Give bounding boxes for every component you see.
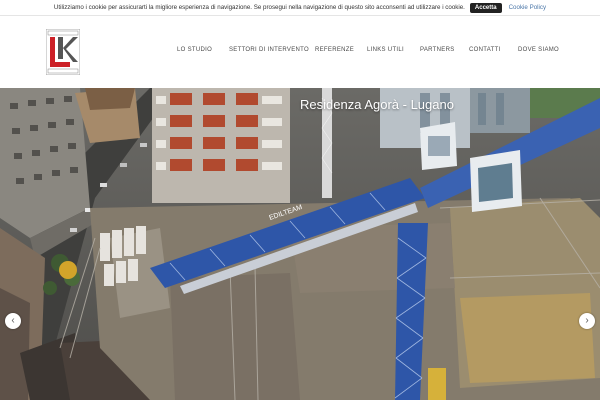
cookie-accept-button[interactable]: Accetta: [469, 2, 502, 13]
nav-item-contatti[interactable]: CONTATTI: [469, 47, 501, 53]
slide-title: Residenza Agorà - Lugano: [300, 97, 454, 112]
slider-prev-button[interactable]: ‹: [5, 313, 21, 329]
chevron-right-icon: ›: [585, 315, 589, 326]
hero-slider: EDILTEAM Residenza Agorà - Lugano ‹ ›: [0, 88, 600, 400]
slider-next-button[interactable]: ›: [579, 313, 595, 329]
nav-item-dove-siamo[interactable]: DOVE SIAMO: [518, 47, 559, 53]
nav-item-referenze[interactable]: REFERENZE: [315, 47, 354, 53]
site-header: LO STUDIO SETTORI DI INTERVENTO REFERENZ…: [0, 15, 600, 88]
main-navigation: LO STUDIO SETTORI DI INTERVENTO REFERENZ…: [0, 15, 600, 88]
nav-item-lo-studio[interactable]: LO STUDIO: [177, 47, 212, 53]
hero-image: EDILTEAM: [0, 88, 600, 400]
nav-item-links-utili[interactable]: LINKS UTILI: [367, 47, 404, 53]
cookie-bar: Utilizziamo i cookie per assicurarti la …: [0, 0, 600, 16]
nav-item-partners[interactable]: PARTNERS: [420, 47, 455, 53]
nav-item-settori-di-intervento[interactable]: SETTORI DI INTERVENTO: [229, 47, 309, 53]
cookie-notice-text: Utilizziamo i cookie per assicurarti la …: [53, 4, 465, 11]
cookie-policy-link[interactable]: Cookie Policy: [509, 4, 547, 11]
chevron-left-icon: ‹: [11, 315, 15, 326]
